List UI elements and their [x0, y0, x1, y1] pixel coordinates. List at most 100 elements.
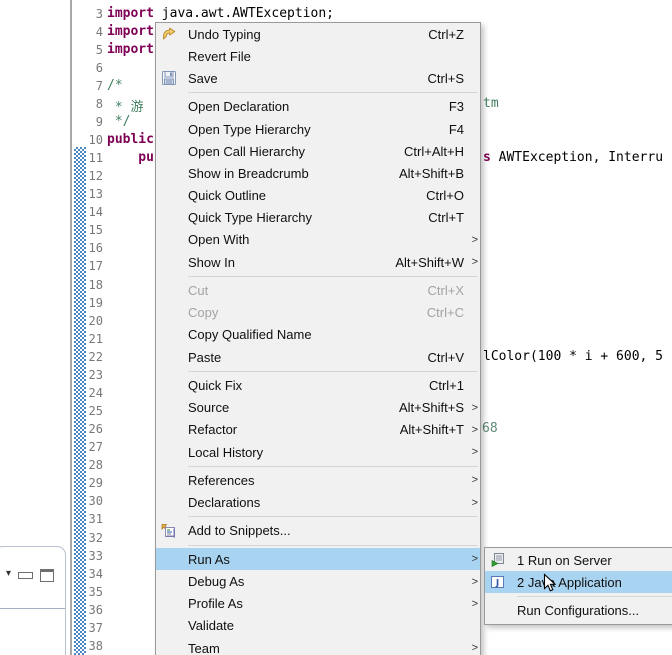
menu-item-revert-file[interactable]: Revert File [156, 45, 480, 67]
run-on-server-icon [490, 552, 506, 568]
menu-item-shortcut: Ctrl+O [426, 188, 464, 204]
menu-item-label: Copy [188, 305, 219, 321]
menu-icon-slot [161, 349, 177, 365]
menu-item-profile-as[interactable]: Profile As > [156, 593, 480, 615]
save-icon [161, 70, 177, 86]
view-menu-icon[interactable]: ▾ [2, 567, 15, 580]
menu-item-open-call-hierarchy[interactable]: Open Call Hierarchy Ctrl+Alt+H [156, 140, 480, 162]
menu-item-label: Team [188, 640, 220, 655]
eclipse-editor-region: 3 import java.awt.AWTException; 4 import 5 im… [0, 0, 672, 655]
menu-item-open-with[interactable]: Open With > [156, 229, 480, 251]
menu-item-add-to-snippets[interactable]: Add to Snippets... [156, 520, 480, 542]
menu-icon-slot [161, 596, 177, 612]
menu-item-label: Refactor [188, 422, 238, 438]
menu-item-label: Cut [188, 283, 209, 299]
submenu-arrow-icon: > [471, 496, 478, 509]
menu-item-quick-fix[interactable]: Quick Fix Ctrl+1 [156, 374, 480, 396]
menu-item-copy-qualified-name[interactable]: Copy Qualified Name [156, 324, 480, 346]
menu-separator [156, 368, 480, 374]
menu-item-label: Undo Typing [188, 26, 261, 42]
menu-icon-slot [161, 232, 177, 248]
line-number: 28 [88, 458, 103, 473]
line-number: 33 [88, 548, 103, 563]
line-number: 23 [88, 367, 103, 382]
menu-item-shortcut: Ctrl+X [427, 283, 464, 299]
menu-icon-slot [161, 495, 177, 511]
line-number: 5 [95, 42, 103, 57]
menu-item-label: Open Type Hierarchy [188, 121, 311, 137]
menu-item-shortcut: F4 [448, 121, 464, 137]
menu-icon-slot [161, 640, 177, 655]
menu-item-copy[interactable]: Copy Ctrl+C [156, 302, 480, 324]
menu-item-shortcut: Alt+Shift+T [399, 422, 464, 438]
minimize-icon[interactable] [18, 572, 33, 579]
code-text: import [107, 23, 154, 39]
bottom-view-toolbar-divider [0, 608, 65, 609]
menu-item-local-history[interactable]: Local History > [156, 441, 480, 463]
menu-item-debug-as[interactable]: Debug As > [156, 570, 480, 592]
menu-item-2-java-application[interactable]: J 2 Java Application [485, 571, 672, 594]
menu-item-label: Run As [188, 551, 230, 567]
menu-item-label: Show In [188, 254, 235, 270]
line-number: 3 [95, 6, 103, 21]
submenu-arrow-icon: > [471, 256, 478, 269]
menu-item-validate[interactable]: Validate [156, 615, 480, 637]
menu-item-declarations[interactable]: Declarations > [156, 492, 480, 514]
menu-item-label: Validate [188, 618, 235, 634]
menu-item-label: Quick Fix [188, 377, 243, 393]
code-text: */ [107, 113, 131, 129]
java-application-icon: J [490, 574, 506, 590]
code-text: import java.awt.AWTException; [107, 5, 334, 21]
menu-item-open-type-hierarchy[interactable]: Open Type Hierarchy F4 [156, 118, 480, 140]
svg-text:J: J [495, 579, 499, 589]
menu-item-label: Open Declaration [188, 99, 290, 115]
menu-item-label: Open With [188, 232, 250, 248]
menu-item-team[interactable]: Team > [156, 637, 480, 655]
line-number: 9 [95, 114, 103, 129]
menu-item-refactor[interactable]: Refactor Alt+Shift+T > [156, 419, 480, 441]
menu-item-shortcut: Alt+Shift+S [398, 400, 464, 416]
menu-icon-slot [161, 574, 177, 590]
menu-item-label: Open Call Hierarchy [188, 143, 306, 159]
line-number: 31 [88, 512, 103, 527]
menu-item-shortcut: Ctrl+C [426, 305, 464, 321]
menu-item-show-in-breadcrumb[interactable]: Show in Breadcrumb Alt+Shift+B [156, 162, 480, 184]
line-number: 29 [88, 476, 103, 491]
menu-item-label: Add to Snippets... [188, 523, 291, 539]
line-number: 17 [88, 259, 103, 274]
menu-item-1-run-on-server[interactable]: 1 Run on Server [485, 549, 672, 571]
menu-item-open-declaration[interactable]: Open Declaration F3 [156, 96, 480, 118]
menu-icon-slot [161, 99, 177, 115]
line-number: 30 [88, 494, 103, 509]
submenu-arrow-icon: > [471, 642, 478, 655]
menu-item-label: References [188, 472, 255, 488]
menu-item-quick-type-hierarchy[interactable]: Quick Type Hierarchy Ctrl+T [156, 207, 480, 229]
line-number: 13 [88, 187, 103, 202]
menu-item-run-as[interactable]: Run As > [156, 548, 480, 571]
line-number: 15 [88, 223, 103, 238]
submenu-arrow-icon: > [471, 423, 478, 436]
menu-item-run-configurations[interactable]: Run Configurations... [485, 600, 672, 622]
menu-item-save[interactable]: Save Ctrl+S [156, 67, 480, 89]
menu-item-paste[interactable]: Paste Ctrl+V [156, 346, 480, 368]
menu-icon-slot [161, 422, 177, 438]
menu-item-label: 2 Java Application [517, 574, 622, 590]
menu-item-cut[interactable]: Cut Ctrl+X [156, 279, 480, 301]
menu-icon-slot [490, 603, 506, 619]
code-text: public [107, 131, 154, 147]
menu-item-shortcut: Alt+Shift+W [395, 254, 464, 270]
line-number: 24 [88, 385, 103, 400]
menu-item-show-in[interactable]: Show In Alt+Shift+W > [156, 251, 480, 273]
menu-icon-slot [161, 618, 177, 634]
menu-item-references[interactable]: References > [156, 469, 480, 491]
line-number: 27 [88, 440, 103, 455]
menu-item-quick-outline[interactable]: Quick Outline Ctrl+O [156, 185, 480, 207]
menu-icon-slot [161, 48, 177, 64]
menu-item-source[interactable]: Source Alt+Shift+S > [156, 397, 480, 419]
menu-item-label: Quick Outline [188, 188, 267, 204]
menu-item-label: Declarations [188, 495, 261, 511]
menu-item-label: Revert File [188, 48, 251, 64]
menu-icon-slot [161, 551, 177, 567]
maximize-icon[interactable] [40, 569, 54, 582]
menu-item-undo-typing[interactable]: Undo Typing Ctrl+Z [156, 23, 480, 45]
